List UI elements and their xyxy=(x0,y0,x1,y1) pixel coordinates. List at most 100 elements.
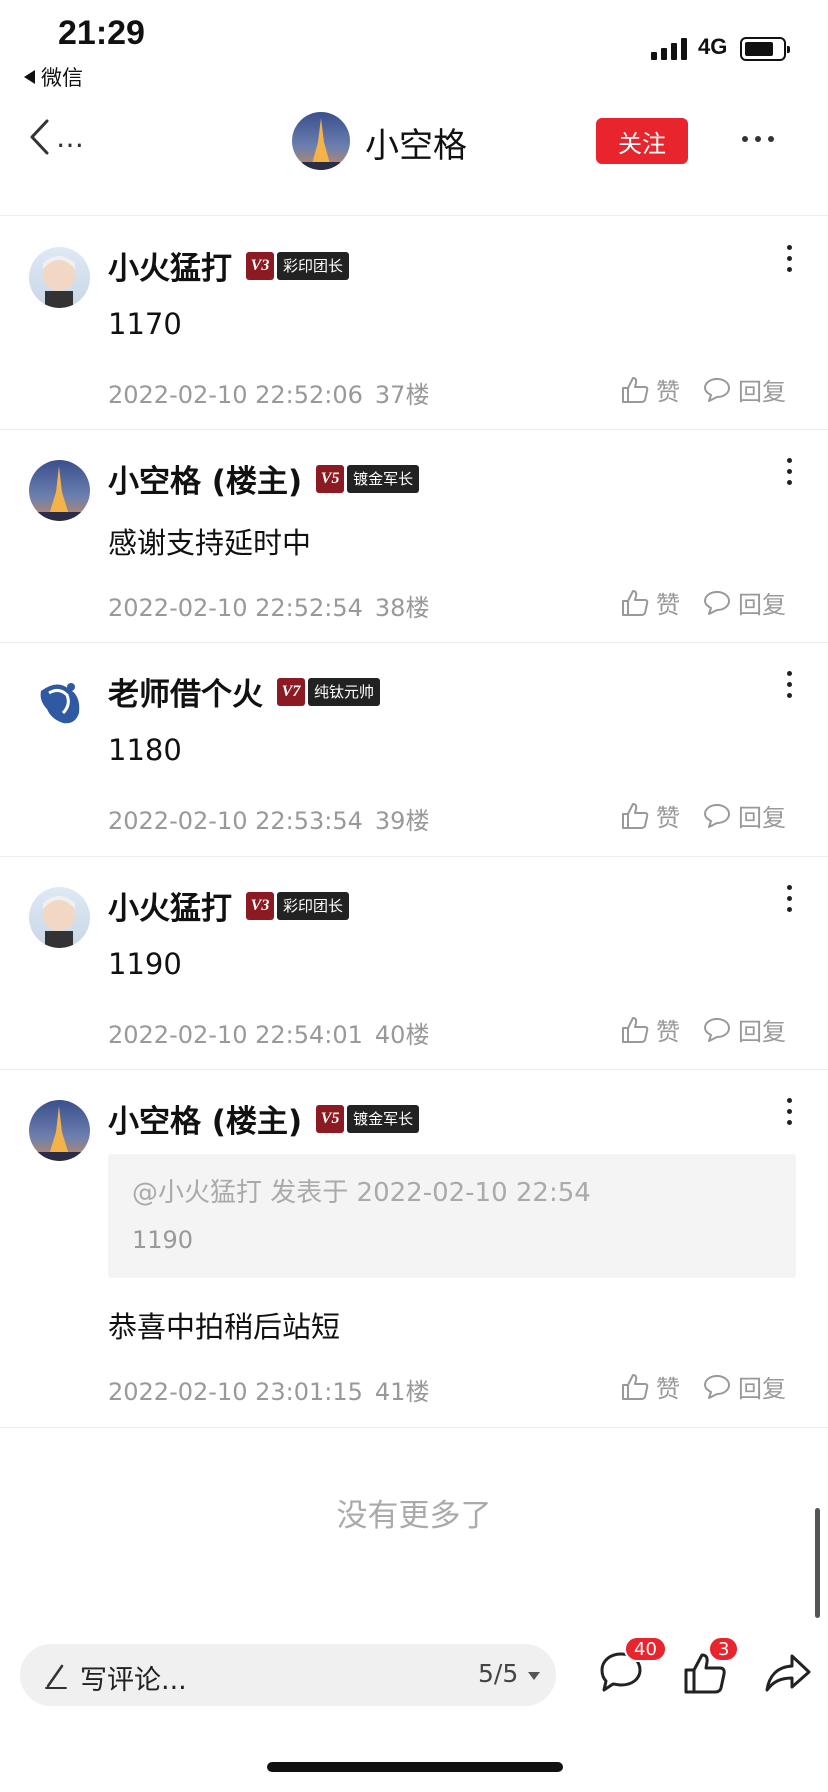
baby-avatar-icon xyxy=(29,887,90,948)
comment-item: 小空格 (楼主) V5 镀金军长 @小火猛打 发表于 2022-02-10 22… xyxy=(0,1070,828,1428)
comment-time: 2022-02-10 22:52:06 xyxy=(108,381,363,409)
author-avatar[interactable] xyxy=(292,112,350,170)
back-app-label: 微信 xyxy=(41,66,83,90)
thumbs-up-icon xyxy=(622,589,649,616)
back-to-app[interactable]: 微信 xyxy=(24,62,83,92)
speech-bubble-icon xyxy=(704,1017,730,1042)
reply-button[interactable]: 回复 xyxy=(702,1012,786,1047)
ellipsis-icon: … xyxy=(56,120,85,154)
reply-label: 回复 xyxy=(738,1018,786,1046)
comment-floor: 41楼 xyxy=(374,1378,430,1406)
comment-author[interactable]: 老师借个火 xyxy=(108,669,263,714)
home-indicator[interactable] xyxy=(267,1762,563,1772)
like-button[interactable]: 赞 xyxy=(620,585,680,620)
back-button[interactable]: … xyxy=(28,118,85,156)
like-label: 赞 xyxy=(656,378,680,406)
battery-icon xyxy=(740,37,790,61)
status-time: 21:29 xyxy=(58,14,145,52)
status-bar: 21:29 微信 4G xyxy=(0,0,828,98)
like-button[interactable]: 赞 xyxy=(620,1369,680,1404)
like-label: 赞 xyxy=(656,1375,680,1403)
comment-time: 2022-02-10 22:52:54 xyxy=(108,594,363,622)
rank-badge: 彩印团长 xyxy=(277,891,350,920)
comment-item: 小火猛打 V3 彩印团长 1190 2022-02-10 22:54:01 40楼… xyxy=(0,857,828,1070)
comment-input[interactable]: 写评论... 5/5 xyxy=(20,1644,556,1706)
comment-author[interactable]: 小火猛打 xyxy=(108,243,232,288)
comment-text: 1190 xyxy=(108,947,182,981)
quote-header: @小火猛打 发表于 2022-02-10 22:54 xyxy=(132,1178,591,1208)
nav-title: 小空格 xyxy=(365,126,467,166)
chevron-left-icon xyxy=(30,119,49,155)
user-avatar[interactable] xyxy=(29,887,90,948)
comment-floor: 38楼 xyxy=(374,594,430,622)
comment-meta: 2022-02-10 22:52:54 38楼 xyxy=(108,588,429,623)
quote-text: 1190 xyxy=(132,1226,194,1254)
like-button[interactable]: 赞 xyxy=(620,1012,680,1047)
user-avatar[interactable] xyxy=(29,673,90,734)
comment-floor: 37楼 xyxy=(374,381,430,409)
comment-author[interactable]: 小空格 (楼主) xyxy=(108,1096,302,1141)
scrollbar[interactable] xyxy=(815,1508,820,1618)
follow-button[interactable]: 关注 xyxy=(596,118,688,164)
back-triangle-icon xyxy=(24,70,35,84)
user-avatar[interactable] xyxy=(29,247,90,308)
previous-comment-partial xyxy=(0,184,828,216)
comment-menu-button[interactable] xyxy=(787,1098,792,1125)
rank-badge: 纯钛元帅 xyxy=(308,677,381,706)
comment-meta: 2022-02-10 22:54:01 40楼 xyxy=(108,1015,429,1050)
reply-button[interactable]: 回复 xyxy=(702,372,786,407)
share-arrow-icon xyxy=(765,1654,811,1692)
reply-label: 回复 xyxy=(738,378,786,406)
nav-bar: … 小空格 关注 xyxy=(0,98,828,184)
comment-time: 2022-02-10 23:01:15 xyxy=(108,1378,363,1406)
comment-text: 恭喜中拍稍后站短 xyxy=(108,1310,341,1344)
comment-menu-button[interactable] xyxy=(787,671,792,698)
comment-text: 感谢支持延时中 xyxy=(108,526,312,560)
comment-author[interactable]: 小火猛打 xyxy=(108,883,232,928)
thumbs-up-icon xyxy=(622,1016,649,1043)
reply-button[interactable]: 回复 xyxy=(702,585,786,620)
rank-badge: 镀金军长 xyxy=(347,464,420,493)
page-indicator[interactable]: 5/5 xyxy=(478,1659,518,1688)
ink-sketch-avatar-icon xyxy=(29,673,90,734)
quoted-comment[interactable]: @小火猛打 发表于 2022-02-10 22:54 1190 xyxy=(108,1154,796,1278)
user-avatar[interactable] xyxy=(29,460,90,521)
rank-badge: 镀金军长 xyxy=(347,1104,420,1133)
comment-item: 小火猛打 V3 彩印团长 1170 2022-02-10 22:52:06 37楼… xyxy=(0,217,828,430)
comment-meta: 2022-02-10 23:01:15 41楼 xyxy=(108,1372,429,1407)
comment-floor: 39楼 xyxy=(374,807,430,835)
like-label: 赞 xyxy=(656,1018,680,1046)
thumbs-up-icon xyxy=(622,376,649,403)
network-type: 4G xyxy=(698,34,728,59)
share-button[interactable] xyxy=(764,1650,812,1698)
signal-icon xyxy=(651,36,687,60)
rank-badge: 彩印团长 xyxy=(277,251,350,280)
comment-item: 小空格 (楼主) V5 镀金军长 感谢支持延时中 2022-02-10 22:5… xyxy=(0,430,828,643)
comment-menu-button[interactable] xyxy=(787,458,792,485)
level-badge: V7 xyxy=(277,677,305,706)
reply-label: 回复 xyxy=(738,591,786,619)
tower-avatar-icon xyxy=(29,1100,90,1161)
like-button[interactable]: 赞 xyxy=(620,372,680,407)
speech-bubble-icon xyxy=(704,377,730,402)
comment-meta: 2022-02-10 22:53:54 39楼 xyxy=(108,801,429,836)
reply-button[interactable]: 回复 xyxy=(702,1369,786,1404)
comment-menu-button[interactable] xyxy=(787,245,792,272)
speech-bubble-icon xyxy=(704,1374,730,1399)
comment-text: 1170 xyxy=(108,307,182,341)
baby-avatar-icon xyxy=(29,247,90,308)
pen-icon xyxy=(45,1664,67,1689)
level-badge: V5 xyxy=(316,464,345,493)
thumbs-up-icon xyxy=(622,802,649,829)
reply-label: 回复 xyxy=(738,804,786,832)
comment-menu-button[interactable] xyxy=(787,885,792,912)
more-options-button[interactable] xyxy=(742,136,774,142)
comment-floor: 40楼 xyxy=(374,1021,430,1049)
level-badge: V3 xyxy=(246,251,274,280)
level-badge: V3 xyxy=(246,891,274,920)
comment-author[interactable]: 小空格 (楼主) xyxy=(108,456,302,501)
reply-button[interactable]: 回复 xyxy=(702,798,786,833)
like-button[interactable]: 赞 xyxy=(620,798,680,833)
user-avatar[interactable] xyxy=(29,1100,90,1161)
caret-down-icon xyxy=(528,1672,540,1680)
